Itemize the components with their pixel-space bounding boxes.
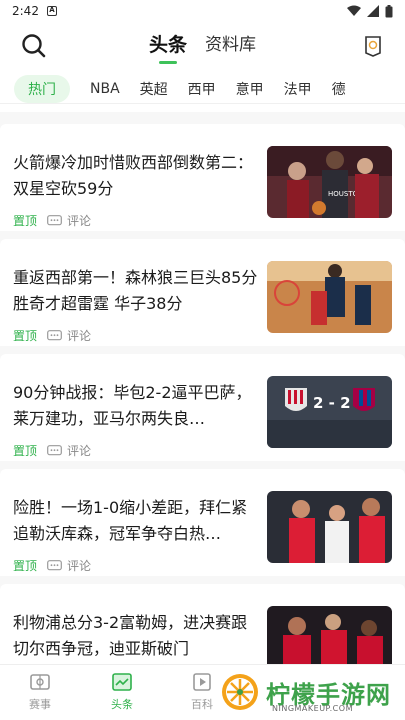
chip-premier-league[interactable]: 英超 [140, 79, 168, 99]
news-title[interactable]: 重返西部第一！森林狼三巨头85分胜奇才超雷霆 华子38分 [13, 265, 258, 317]
nav-headlines[interactable]: 头条 [92, 671, 152, 712]
news-meta: 置顶 评论 [13, 212, 91, 229]
watermark: 柠檬手游网 NINGMAKEUP.COM [220, 672, 391, 713]
news-meta: 置顶 评论 [13, 557, 91, 574]
comment-label: 评论 [67, 214, 92, 228]
comment-icon [47, 329, 62, 340]
nav-label: 赛事 [29, 698, 51, 711]
category-chips: 热门 NBA 英超 西甲 意甲 法甲 德 [0, 74, 405, 104]
status-bar: 2:42 A [0, 0, 405, 22]
news-item[interactable]: 险胜！一场1-0缩小差距，拜仁紧追勒沃库森，冠军争夺白热… 置顶 评论 [0, 469, 405, 576]
comment-icon [47, 559, 62, 570]
nav-match[interactable]: 赛事 [10, 671, 70, 712]
chip-serie-a[interactable]: 意甲 [236, 79, 264, 99]
top-tabs: 头条 资料库 [0, 30, 405, 64]
tab-headlines[interactable]: 头条 [149, 30, 187, 64]
headline-icon [112, 673, 132, 691]
notification-icon: A [46, 6, 57, 16]
news-item[interactable]: 火箭爆冷加时惜败西部倒数第二：双星空砍59分 置顶 评论 HOUSTON [0, 124, 405, 231]
chip-la-liga[interactable]: 西甲 [188, 79, 216, 99]
news-meta: 置顶 评论 [13, 442, 91, 459]
signal-icon [367, 5, 379, 17]
comment-label: 评论 [67, 559, 92, 573]
news-thumbnail[interactable]: 2 - 2 [267, 376, 392, 448]
news-list: 火箭爆冷加时惜败西部倒数第二：双星空砍59分 置顶 评论 HOUSTON 重返西… [0, 112, 405, 664]
news-thumbnail[interactable] [267, 261, 392, 333]
comment-link[interactable]: 评论 [47, 327, 91, 344]
news-thumbnail[interactable] [267, 491, 392, 563]
chip-nba[interactable]: NBA [90, 81, 120, 97]
news-item[interactable]: 重返西部第一！森林狼三巨头85分胜奇才超雷霆 华子38分 置顶 评论 [0, 239, 405, 346]
comment-label: 评论 [67, 444, 92, 458]
news-item[interactable]: 90分钟战报：毕包2-2逼平巴萨，莱万建功，亚马尔两失良… 置顶 评论 2 - … [0, 354, 405, 461]
wifi-icon [347, 5, 361, 16]
pinned-label: 置顶 [13, 214, 38, 228]
top-header: 头条 资料库 [0, 24, 405, 68]
comment-label: 评论 [67, 329, 92, 343]
chip-bundesliga[interactable]: 德 [332, 79, 346, 99]
status-right [347, 4, 393, 18]
news-item[interactable]: 利物浦总分3-2富勒姆，进决赛跟切尔西争冠，迪亚斯破门 置顶 评论 [0, 584, 405, 664]
nav-label: 头条 [111, 698, 133, 711]
news-title[interactable]: 火箭爆冷加时惜败西部倒数第二：双星空砍59分 [13, 150, 258, 202]
video-icon [193, 673, 211, 691]
news-meta: 置顶 评论 [13, 327, 91, 344]
news-thumbnail[interactable] [267, 606, 392, 664]
pinned-label: 置顶 [13, 329, 38, 343]
news-title[interactable]: 险胜！一场1-0缩小差距，拜仁紧追勒沃库森，冠军争夺白热… [13, 495, 258, 547]
medal-icon[interactable] [361, 34, 385, 58]
comment-link[interactable]: 评论 [47, 442, 91, 459]
chip-ligue-1[interactable]: 法甲 [284, 79, 312, 99]
score-text: 2 - 2 [313, 394, 351, 412]
comment-icon [47, 214, 62, 225]
comment-icon [47, 444, 62, 455]
pinned-label: 置顶 [13, 559, 38, 573]
pinned-label: 置顶 [13, 444, 38, 458]
tab-database[interactable]: 资料库 [205, 30, 256, 60]
match-icon [30, 674, 50, 690]
comment-link[interactable]: 评论 [47, 557, 91, 574]
chip-hot[interactable]: 热门 [14, 74, 70, 103]
watermark-subtext: NINGMAKEUP.COM [272, 704, 353, 713]
news-title[interactable]: 90分钟战报：毕包2-2逼平巴萨，莱万建功，亚马尔两失良… [13, 380, 258, 432]
news-title[interactable]: 利物浦总分3-2富勒姆，进决赛跟切尔西争冠，迪亚斯破门 [13, 610, 258, 662]
comment-link[interactable]: 评论 [47, 212, 91, 229]
news-thumbnail[interactable]: HOUSTON [267, 146, 392, 218]
nav-label: 百科 [191, 698, 213, 711]
battery-icon [385, 4, 393, 17]
lemon-logo-icon [222, 674, 258, 710]
status-time: 2:42 [12, 4, 39, 18]
